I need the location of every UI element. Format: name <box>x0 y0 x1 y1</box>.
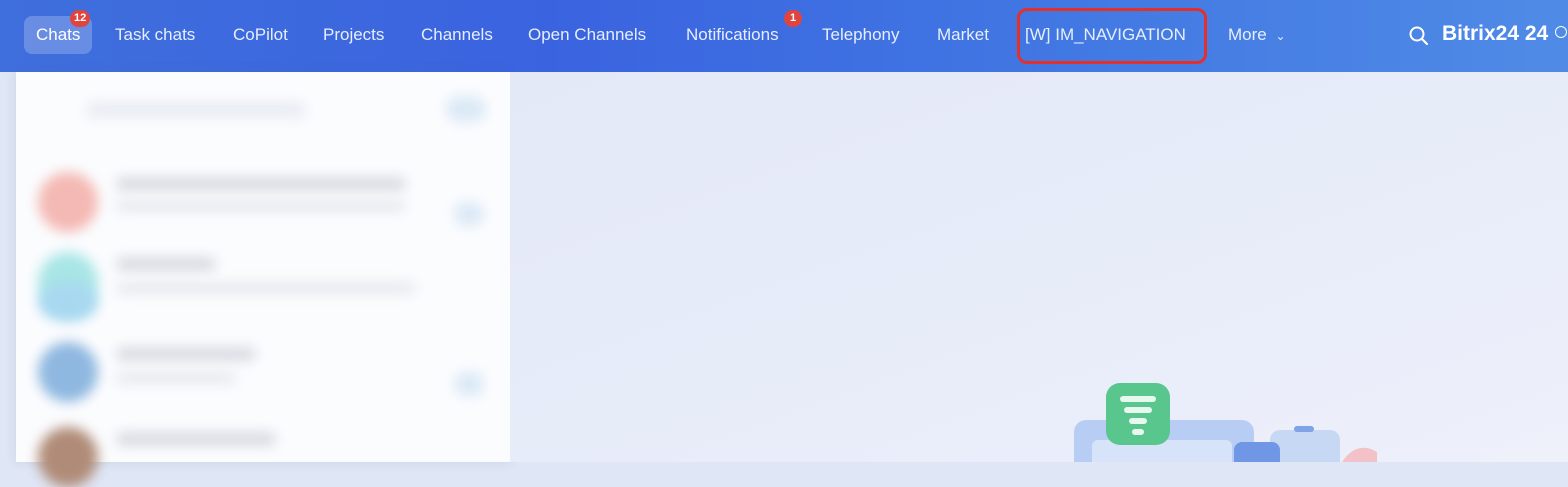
action-button-blurred <box>446 96 486 122</box>
list-item <box>116 177 406 191</box>
nav-item-label: Notifications <box>686 25 779 44</box>
nav-item-channels[interactable]: Channels <box>421 16 493 54</box>
bitrix24-logo[interactable]: Bitrix24 24 <box>1442 22 1548 46</box>
nav-item-label: CoPilot <box>233 25 288 44</box>
nav-item-task-chats[interactable]: Task chats <box>115 16 195 54</box>
nav-item-label: Open Channels <box>528 25 647 44</box>
list-item <box>116 432 276 446</box>
search-icon[interactable] <box>1408 25 1430 47</box>
nav-item-label: Telephony <box>822 25 900 44</box>
avatar <box>38 282 98 322</box>
nav-item-telephony[interactable]: Telephony <box>822 16 900 54</box>
top-navigation-bar: Chats 12 Task chats CoPilot Projects Cha… <box>0 0 1568 72</box>
nav-item-label: Task chats <box>115 25 196 44</box>
avatar <box>38 172 98 232</box>
chat-empty-state-area <box>510 72 1568 462</box>
nav-item-market[interactable]: Market <box>937 16 989 54</box>
list-item <box>454 372 484 396</box>
nav-item-label: More <box>1228 25 1267 44</box>
notifications-badge: 1 <box>784 10 802 27</box>
list-item <box>116 257 216 271</box>
list-item <box>116 347 256 361</box>
nav-item-projects[interactable]: Projects <box>323 16 384 54</box>
search-field-blurred <box>86 102 306 118</box>
list-item <box>116 372 236 384</box>
nav-item-label: Chats <box>36 25 81 44</box>
nav-item-label: Channels <box>421 25 493 44</box>
chat-illustration <box>1072 380 1392 482</box>
avatar <box>38 427 98 487</box>
nav-item-more[interactable]: More ⌄ <box>1228 16 1286 54</box>
nav-item-copilot[interactable]: CoPilot <box>233 16 288 54</box>
chat-list-panel <box>16 72 510 487</box>
list-item <box>454 202 484 226</box>
filter-icon <box>1106 383 1170 445</box>
highlight-frame <box>1017 8 1207 64</box>
list-item <box>116 200 406 212</box>
nav-item-notifications[interactable]: Notifications <box>686 16 779 54</box>
avatar <box>38 342 98 402</box>
list-item <box>116 282 416 294</box>
nav-item-label: Market <box>937 25 989 44</box>
clock-icon <box>1555 26 1567 38</box>
chevron-down-icon: ⌄ <box>1275 29 1286 43</box>
chats-unread-badge: 12 <box>70 10 91 27</box>
nav-item-label: Projects <box>323 25 385 44</box>
nav-item-open-channels[interactable]: Open Channels <box>528 16 646 54</box>
